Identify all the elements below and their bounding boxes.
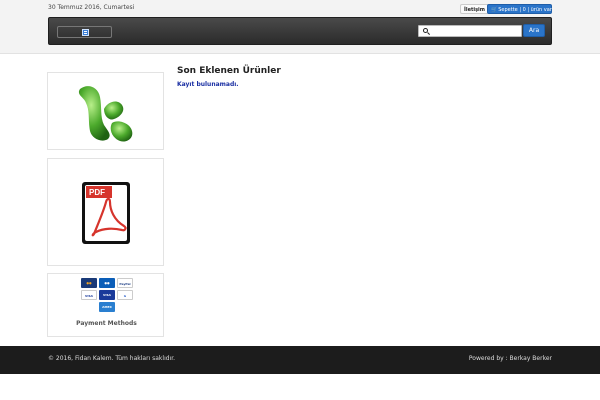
excel-download-box[interactable] xyxy=(47,72,164,150)
search-icon xyxy=(423,28,428,33)
mastercard-icon: ●● xyxy=(81,278,97,288)
visa-icon: VISA xyxy=(81,290,97,300)
footer: © 2016, Fidan Kalem. Tüm hakları saklıdı… xyxy=(0,346,600,374)
amex-icon: AMEX xyxy=(99,302,115,312)
cart-button[interactable]: 🛒Sepette | 0 | ürün var xyxy=(487,4,552,14)
cart-icon: 🛒 xyxy=(491,7,498,13)
powered-by-text: Powered by : Berkay Berker xyxy=(468,355,552,362)
pdf-badge-label: PDF xyxy=(89,188,105,197)
google-checkout-icon: G xyxy=(117,290,133,300)
search-box xyxy=(418,25,522,37)
search-button[interactable]: Ara xyxy=(523,24,545,37)
payment-methods-label: Payment Methods xyxy=(76,320,137,327)
maestro-icon: ●● xyxy=(99,278,115,288)
current-date: 30 Temmuz 2016, Cumartesi xyxy=(48,4,135,11)
paypal-icon: PayPal xyxy=(117,278,133,288)
main-navbar: Ara xyxy=(48,17,552,45)
excel-logo-icon xyxy=(78,86,133,142)
empty-message: Kayıt bulunamadı. xyxy=(177,81,239,88)
pdf-file-icon: PDF xyxy=(82,182,130,244)
page-title: Son Eklenen Ürünler xyxy=(177,66,281,76)
cart-label: Sepette | 0 | ürün var xyxy=(498,7,552,13)
payment-methods-box: ●● ●● PayPal VISA VISA G AMEX Payment Me… xyxy=(47,273,164,337)
menu-toggle-button[interactable] xyxy=(57,26,112,38)
top-bar: 30 Temmuz 2016, Cumartesi İletişim 🛒Sepe… xyxy=(0,0,600,54)
pdf-download-box[interactable]: PDF xyxy=(47,158,164,266)
menu-icon xyxy=(82,29,89,36)
visa-electron-icon: VISA xyxy=(99,290,115,300)
contact-button[interactable]: İletişim xyxy=(460,4,489,14)
copyright-text: © 2016, Fidan Kalem. Tüm hakları saklıdı… xyxy=(48,355,176,362)
search-input[interactable] xyxy=(431,26,521,36)
